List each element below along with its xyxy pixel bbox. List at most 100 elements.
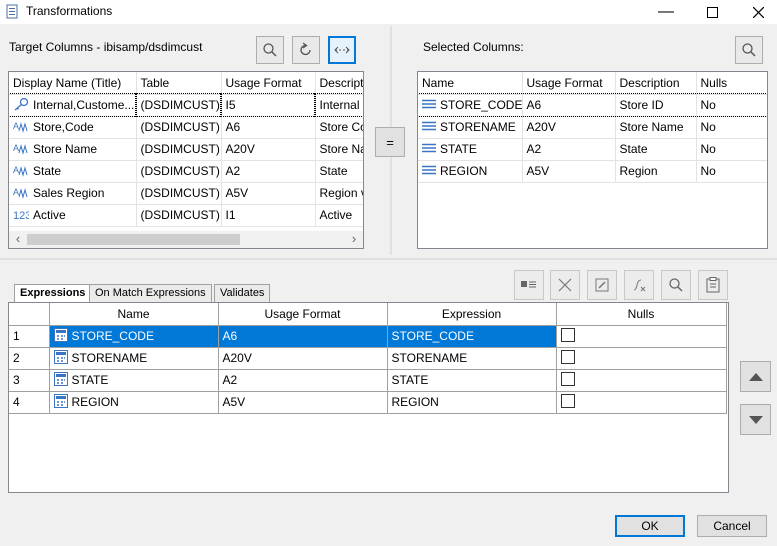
description-cell[interactable]: Active xyxy=(315,204,363,227)
nulls-cell[interactable] xyxy=(556,325,727,348)
table-row[interactable]: STORE_CODE A6 Store ID No xyxy=(418,93,767,117)
table-row[interactable]: A Store Name (DSDIMCUST) A20V Store Na xyxy=(9,138,363,161)
nulls-cell[interactable] xyxy=(556,347,727,370)
table-row[interactable]: STORENAME A20V Store Name No xyxy=(418,116,767,139)
description-cell[interactable]: Region v xyxy=(315,182,363,205)
nulls-checkbox[interactable] xyxy=(560,327,575,342)
usage-format-cell[interactable]: A5V xyxy=(218,391,388,414)
table-cell[interactable]: (DSDIMCUST) xyxy=(136,182,222,205)
table-cell[interactable]: (DSDIMCUST) xyxy=(136,116,222,139)
usage-format-cell[interactable]: A6 xyxy=(522,94,616,117)
usage-format-cell[interactable]: A20V xyxy=(221,138,316,161)
target-columns-grid[interactable]: Display Name (Title) Table Usage Format … xyxy=(8,71,364,249)
tab-on-match-expressions[interactable]: On Match Expressions xyxy=(89,284,212,302)
selected-search-button[interactable] xyxy=(735,36,763,64)
nulls-checkbox[interactable] xyxy=(560,349,575,364)
horizontal-splitter[interactable] xyxy=(0,258,777,260)
table-row[interactable]: 123Active(DSDIMCUST)I1Active xyxy=(9,204,363,227)
usage-format-cell[interactable]: A2 xyxy=(218,369,388,392)
expression-cell[interactable]: STORE_CODE xyxy=(387,325,557,348)
usage-format-cell[interactable]: A20V xyxy=(218,347,388,370)
nulls-cell[interactable]: No xyxy=(696,94,767,117)
usage-format-cell[interactable]: A2 xyxy=(522,138,616,161)
expression-cell[interactable]: STORENAME xyxy=(387,347,557,370)
tab-expressions[interactable]: Expressions xyxy=(14,284,92,303)
description-cell[interactable]: Store Co xyxy=(315,116,363,139)
col-header-table[interactable]: Table xyxy=(136,72,222,95)
table-row[interactable]: 1 STORE_CODE A6 STORE_CODE xyxy=(9,325,727,348)
target-search-button[interactable] xyxy=(256,36,284,64)
minimize-button[interactable]: — xyxy=(649,0,683,24)
description-cell[interactable]: Store ID xyxy=(615,94,697,117)
field-list-button[interactable] xyxy=(514,270,544,300)
col-header-name[interactable]: Name xyxy=(49,303,219,326)
col-header-usage-format[interactable]: Usage Format xyxy=(218,303,388,326)
function-button[interactable] xyxy=(624,270,654,300)
usage-format-cell[interactable]: A5V xyxy=(221,182,316,205)
name-cell[interactable]: STORE_CODE xyxy=(418,94,523,117)
table-row[interactable]: Internal,Custome... (DSDIMCUST) I5 Internal xyxy=(9,93,363,117)
name-cell[interactable]: REGION xyxy=(418,160,523,183)
usage-format-cell[interactable]: A6 xyxy=(218,325,388,348)
nulls-cell[interactable]: No xyxy=(696,116,767,139)
usage-format-cell[interactable]: A5V xyxy=(522,160,616,183)
nulls-checkbox[interactable] xyxy=(560,393,575,408)
usage-format-cell[interactable]: A2 xyxy=(221,160,316,183)
col-header-expression[interactable]: Expression xyxy=(387,303,557,326)
display-name-cell[interactable]: Internal,Custome... xyxy=(9,93,137,117)
col-header-name[interactable]: Name xyxy=(418,72,523,95)
column-mapping-button[interactable] xyxy=(328,36,356,64)
description-cell[interactable]: State xyxy=(315,160,363,183)
table-row[interactable]: STATE A2 State No xyxy=(418,138,767,161)
col-header-description[interactable]: Description xyxy=(615,72,697,95)
table-cell[interactable]: (DSDIMCUST) xyxy=(136,138,222,161)
col-header-nulls[interactable]: Nulls xyxy=(556,303,727,326)
delete-button[interactable] xyxy=(550,270,580,300)
cancel-button[interactable]: Cancel xyxy=(697,515,767,537)
name-cell[interactable]: STORENAME xyxy=(49,347,219,370)
tab-validates[interactable]: Validates xyxy=(214,284,271,302)
display-name-cell[interactable]: A Store,Code xyxy=(9,116,137,139)
display-name-cell[interactable]: A Sales Region xyxy=(9,182,137,205)
table-row[interactable]: 4 REGION A5V REGION xyxy=(9,391,727,414)
move-down-button[interactable] xyxy=(740,404,771,435)
col-header-display-name[interactable]: Display Name (Title) xyxy=(9,72,137,95)
nulls-cell[interactable]: No xyxy=(696,160,767,183)
nulls-cell[interactable]: No xyxy=(696,138,767,161)
usage-format-cell[interactable]: I5 xyxy=(220,93,316,117)
description-cell[interactable]: Internal xyxy=(314,93,363,117)
scroll-left-arrow-icon[interactable]: ‹ xyxy=(11,232,25,247)
name-cell[interactable]: STATE xyxy=(418,138,523,161)
table-row[interactable]: 2 STORENAME A20V STORENAME xyxy=(9,347,727,370)
usage-format-cell[interactable]: A20V xyxy=(522,116,616,139)
description-cell[interactable]: Store Na xyxy=(315,138,363,161)
name-cell[interactable]: STORENAME xyxy=(418,116,523,139)
nulls-cell[interactable] xyxy=(556,369,727,392)
table-row[interactable]: A Sales Region (DSDIMCUST) A5V Region v xyxy=(9,182,363,205)
ok-button[interactable]: OK xyxy=(615,515,685,537)
display-name-cell[interactable]: 123 Active xyxy=(9,204,137,227)
scroll-right-arrow-icon[interactable]: › xyxy=(347,232,361,247)
expression-cell[interactable]: STATE xyxy=(387,369,557,392)
name-cell[interactable]: STORE_CODE xyxy=(49,325,219,348)
expressions-grid[interactable]: Name Usage Format Expression Nulls 1 STOR… xyxy=(8,302,729,493)
clipboard-button[interactable] xyxy=(698,270,728,300)
description-cell[interactable]: State xyxy=(615,138,697,161)
table-row[interactable]: A State (DSDIMCUST) A2 State xyxy=(9,160,363,183)
usage-format-cell[interactable]: A6 xyxy=(221,116,316,139)
equal-button[interactable]: = xyxy=(375,127,405,157)
target-horizontal-scrollbar[interactable]: ‹ › xyxy=(9,231,363,248)
col-header-usage-format[interactable]: Usage Format xyxy=(522,72,616,95)
maximize-button[interactable] xyxy=(695,0,729,24)
name-cell[interactable]: REGION xyxy=(49,391,219,414)
col-header-nulls[interactable]: Nulls xyxy=(696,72,767,95)
expr-search-button[interactable] xyxy=(661,270,691,300)
display-name-cell[interactable]: A State xyxy=(9,160,137,183)
name-cell[interactable]: STATE xyxy=(49,369,219,392)
display-name-cell[interactable]: A Store Name xyxy=(9,138,137,161)
usage-format-cell[interactable]: I1 xyxy=(221,204,316,227)
expression-cell[interactable]: REGION xyxy=(387,391,557,414)
refresh-button[interactable] xyxy=(292,36,320,64)
description-cell[interactable]: Region xyxy=(615,160,697,183)
nulls-checkbox[interactable] xyxy=(560,371,575,386)
